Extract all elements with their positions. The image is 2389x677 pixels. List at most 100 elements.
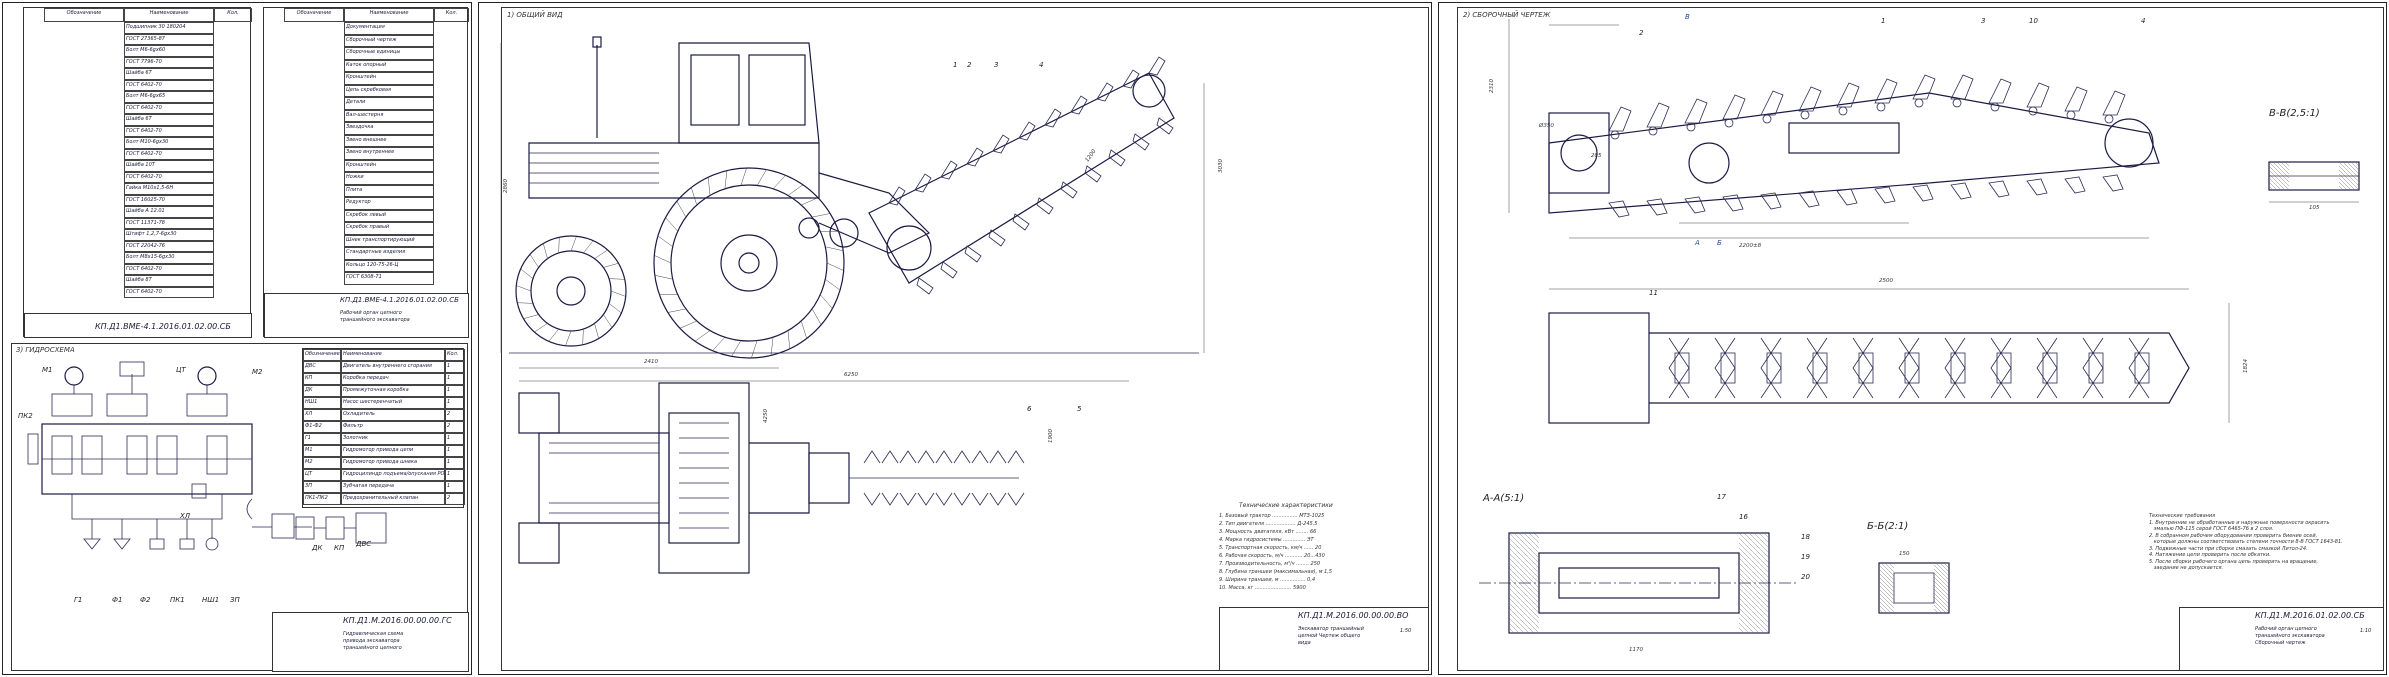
hatch-line	[1738, 602, 1770, 634]
dim-2860: 2860	[503, 179, 509, 193]
chain-link	[1722, 94, 1746, 120]
hatch-line	[1508, 592, 1540, 624]
tech-item: 5. Транспортная скорость, км/ч ...... 20	[1219, 545, 1322, 551]
hyd-row-designation: ДК	[303, 385, 341, 397]
tire-tread	[654, 255, 672, 264]
chain-link	[1836, 188, 1858, 206]
sheet-left: Обозначение Наименование Кол. Подшипник …	[2, 2, 472, 675]
assembly-name: Рабочий орган цепного траншейного экскав…	[2255, 626, 2325, 646]
hatch-line	[1738, 607, 1765, 634]
tire-tread	[594, 323, 599, 339]
top-link	[1898, 337, 1920, 399]
hyd-row-qty: 1	[445, 481, 465, 493]
asm-callout-4: 4	[2141, 17, 2146, 25]
tire-tread	[609, 278, 625, 280]
hatch-line	[1933, 564, 1950, 581]
hatch-line	[1933, 584, 1950, 601]
chain-bucket	[1108, 149, 1126, 167]
spec-mid-row: Каток опорный	[344, 59, 434, 72]
hatch-line	[1508, 587, 1540, 619]
tire-tread	[676, 201, 687, 218]
spec-left-row: Шайба 6Т	[124, 114, 214, 126]
hatch-line	[1878, 588, 1895, 605]
asm-view-a: А	[1695, 239, 1700, 247]
asm-callout-19: 19	[1801, 553, 1810, 561]
asm-callout-20: 20	[1801, 573, 1810, 581]
spec-left-row: Гайка М10х1,5-6Н	[124, 183, 214, 195]
tire-tread	[825, 279, 841, 291]
general-section-title: 1) ОБЩИЙ ВИД	[507, 11, 563, 19]
spec-left-row: ГОСТ 6402-70	[124, 79, 214, 91]
hydraulic-diagram	[27, 361, 312, 551]
tire-tread	[694, 330, 711, 342]
chain-link	[1988, 78, 2012, 104]
spec-mid-row: Сборочные единицы	[344, 47, 434, 60]
spec-mid-row: Кольцо 120-75-26-Ц	[344, 259, 434, 272]
spec-mid-row: Скребок левый	[344, 209, 434, 222]
hyd-label-dk: ДК	[312, 544, 323, 552]
spec-mid-row: Сборочный чертеж	[344, 34, 434, 47]
top-link	[1990, 337, 2012, 399]
chain-link	[1646, 102, 1670, 128]
hyd-row-name: Гидромотор привода цепи	[341, 445, 445, 457]
asm-view-b: Б	[1717, 239, 1722, 247]
spec-left-row: ГОСТ 6402-70	[124, 148, 214, 160]
hatch-line	[2268, 181, 2278, 191]
asm-callout-2: 2	[1639, 29, 1644, 37]
spec-mid-stamp: КП.Д1.ВМЕ-4.1.2016.01.02.00.СБ Рабочий о…	[264, 293, 469, 338]
spec-mid-row: Стандартные изделия	[344, 247, 434, 260]
sheet-general-view: 1) ОБЩИЙ ВИД 2860 3030 2410 6250 1200 1 …	[478, 2, 1432, 675]
top-link	[1714, 337, 1736, 399]
spec-mid-row: Плита	[344, 184, 434, 197]
spec-mid-row: Кронштейн	[344, 159, 434, 172]
spec-left-row: Болт М8х15-6gx30	[124, 252, 214, 264]
hyd-row-name: Гидромотор привода шнека	[341, 457, 445, 469]
spec-table-left: Обозначение Наименование Кол. Подшипник …	[23, 7, 252, 338]
chain-link	[1874, 186, 1896, 204]
asm-dim-105: 105	[2309, 205, 2320, 211]
top-link	[1668, 337, 1690, 399]
tractor-top-view	[518, 382, 1025, 574]
spec-mid-title: Рабочий орган цепного траншейного экскав…	[340, 310, 410, 323]
asm-dim-o350: Ø350	[1539, 123, 1554, 129]
chain-link	[1684, 196, 1706, 214]
hyd-table-header-name: Наименование	[341, 349, 445, 361]
tire-tread	[594, 249, 608, 259]
hatch-line	[1933, 580, 1950, 597]
spec-left-header-designation: Обозначение	[44, 8, 124, 22]
top-link	[2128, 337, 2150, 399]
hydraulic-code: КП.Д1.М.2016.00.00.00.ГС	[343, 616, 452, 625]
asm-callout-10: 10	[2029, 17, 2038, 25]
chain-link	[1684, 98, 1708, 124]
hatch-line	[1933, 568, 1950, 585]
tire-tread	[800, 320, 807, 339]
callout-1: 1	[953, 61, 958, 69]
hyd-label-kp: КП	[334, 544, 345, 552]
hatch-line	[1933, 596, 1950, 613]
general-stamp: КП.Д1.М.2016.00.00.00.ВО Экскаватор тран…	[1219, 607, 1429, 671]
hyd-row-name: Охладитель	[341, 409, 445, 421]
tech-title: Технические характеристики	[1239, 502, 1333, 509]
tire-tread	[712, 337, 726, 351]
hyd-row-designation: М1	[303, 445, 341, 457]
dim-2410: 2410	[644, 359, 658, 365]
tire-tread	[812, 213, 831, 218]
chain-link	[1988, 180, 2010, 198]
tire-tread	[787, 184, 804, 196]
spec-left-row: ГОСТ 11371-78	[124, 217, 214, 229]
hatch-line	[1878, 572, 1895, 589]
asm-callout-16: 16	[1739, 513, 1748, 521]
tech-item: 1. Базовый трактор ................ МТЗ-…	[1219, 513, 1325, 519]
spec-mid-header-designation: Обозначение	[284, 8, 344, 22]
hyd-row-qty: 1	[445, 397, 465, 409]
hatch-line	[1528, 532, 1540, 544]
spec-left-row: Шайба А 12.01	[124, 206, 214, 218]
hyd-row-name: Предохранительный клапан	[341, 493, 445, 505]
tire-tread	[667, 308, 686, 313]
hyd-row-name: Коробка передач	[341, 373, 445, 385]
callout-2: 2	[967, 61, 972, 69]
chain-link	[2026, 82, 2050, 108]
spec-left-row: ГОСТ 6402-70	[124, 125, 214, 137]
tire-tread	[570, 236, 577, 252]
chain-bucket	[1060, 181, 1078, 199]
